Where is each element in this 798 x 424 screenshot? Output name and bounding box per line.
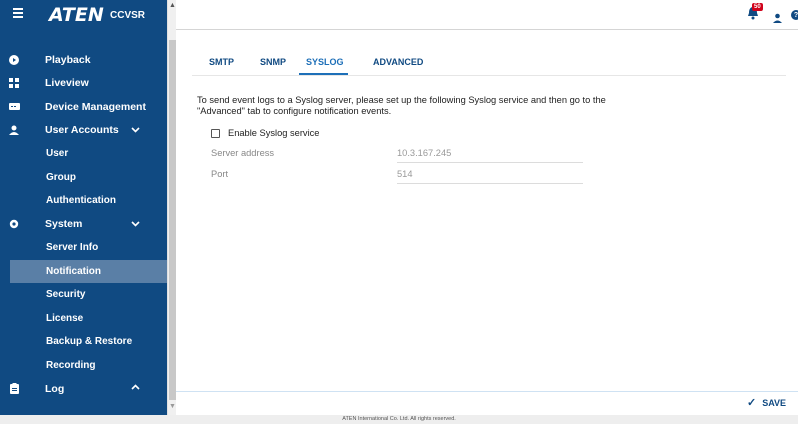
sidebar-nav: Playback Liveview Device Management User…	[0, 48, 167, 401]
scroll-down-arrow-icon[interactable]: ▼	[169, 403, 176, 410]
sidebar-item-recording[interactable]: Recording	[0, 354, 167, 378]
sidebar-item-system[interactable]: System	[0, 213, 167, 237]
sidebar-item-device-management[interactable]: Device Management	[0, 95, 167, 119]
save-label: SAVE	[762, 397, 787, 408]
sidebar-item-authentication[interactable]: Authentication	[0, 189, 167, 213]
menu-icon[interactable]	[13, 8, 23, 18]
sidebar-item-user[interactable]: User	[0, 142, 167, 166]
sidebar-item-label: Notification	[46, 265, 101, 277]
clipboard-icon	[8, 383, 20, 394]
port-label: Port	[211, 169, 229, 179]
gear-icon	[8, 219, 20, 230]
sidebar-item-user-accounts[interactable]: User Accounts	[0, 119, 167, 143]
sidebar-item-label: Log	[45, 382, 65, 395]
tab-syslog[interactable]: SYSLOG	[306, 57, 344, 67]
sidebar-item-label: System	[45, 218, 83, 231]
enable-syslog-row[interactable]: Enable Syslog service	[211, 128, 319, 138]
enable-syslog-label: Enable Syslog service	[228, 128, 320, 138]
device-icon	[8, 101, 20, 112]
brand-logo: ATEN	[49, 4, 104, 26]
sidebar-item-playback[interactable]: Playback	[0, 48, 167, 72]
footer: ATEN International Co. Ltd. All rights r…	[0, 415, 798, 424]
action-bar-divider	[176, 391, 798, 392]
sidebar-item-label: License	[46, 312, 84, 324]
sidebar-item-label: Server Info	[46, 242, 99, 254]
sidebar-item-log[interactable]: Log	[0, 377, 167, 401]
chevron-up-icon[interactable]	[131, 383, 141, 393]
sidebar-item-label: User Accounts	[45, 124, 119, 137]
sidebar-item-liveview[interactable]: Liveview	[0, 72, 167, 96]
help-icon[interactable]: ?	[791, 10, 798, 20]
sidebar-item-label: Security	[46, 289, 86, 301]
sidebar-scrollbar[interactable]: ▲ ▼	[167, 0, 176, 415]
tab-snmp[interactable]: SNMP	[260, 57, 286, 67]
sidebar-item-server-info[interactable]: Server Info	[0, 236, 167, 260]
syslog-description: To send event logs to a Syslog server, p…	[197, 95, 606, 116]
active-tab-indicator	[299, 73, 348, 75]
scroll-up-arrow-icon[interactable]: ▲	[169, 2, 176, 9]
sidebar-item-security[interactable]: Security	[0, 283, 167, 307]
sidebar-item-license[interactable]: License	[0, 307, 167, 331]
sidebar-item-label: Device Management	[45, 100, 146, 113]
sidebar-item-label: User	[46, 148, 69, 160]
user-icon	[8, 125, 20, 136]
server-address-label: Server address	[211, 148, 275, 158]
sidebar-item-backup-restore[interactable]: Backup & Restore	[0, 330, 167, 354]
sidebar-header: ATEN CCVSR	[0, 0, 167, 30]
port-field[interactable]: 514	[397, 169, 413, 179]
save-button[interactable]: ✓ SAVE	[747, 396, 786, 409]
sidebar: ATEN CCVSR Playback Liveview Device Mana…	[0, 0, 167, 415]
grid-icon	[8, 78, 20, 89]
notification-badge: 50	[752, 3, 763, 11]
chevron-down-icon[interactable]	[131, 219, 141, 229]
sidebar-item-label: Authentication	[46, 195, 116, 207]
server-address-field[interactable]: 10.3.167.245	[397, 148, 451, 158]
sidebar-item-label: Backup & Restore	[46, 336, 133, 348]
sidebar-item-label: Group	[46, 171, 76, 183]
chevron-down-icon[interactable]	[131, 125, 141, 135]
enable-syslog-checkbox[interactable]	[211, 128, 220, 138]
sidebar-item-group[interactable]: Group	[0, 166, 167, 190]
check-icon: ✓	[747, 397, 757, 409]
scroll-thumb[interactable]	[169, 40, 176, 400]
user-icon[interactable]	[773, 10, 782, 28]
tab-advanced[interactable]: ADVANCED	[373, 57, 423, 67]
product-name: CCVSR	[110, 10, 146, 21]
sidebar-item-label: Liveview	[45, 77, 89, 90]
sidebar-item-label: Playback	[45, 53, 91, 66]
port-underline	[397, 183, 583, 184]
sidebar-item-label: Recording	[46, 359, 96, 371]
tab-bar: SMTP SNMP SYSLOG ADVANCED	[192, 52, 786, 76]
top-bar: 50 ?	[176, 0, 798, 30]
tab-smtp[interactable]: SMTP	[209, 57, 234, 67]
play-icon	[8, 54, 20, 65]
sidebar-item-notification[interactable]: Notification	[10, 259, 167, 283]
server-address-underline	[397, 162, 583, 163]
